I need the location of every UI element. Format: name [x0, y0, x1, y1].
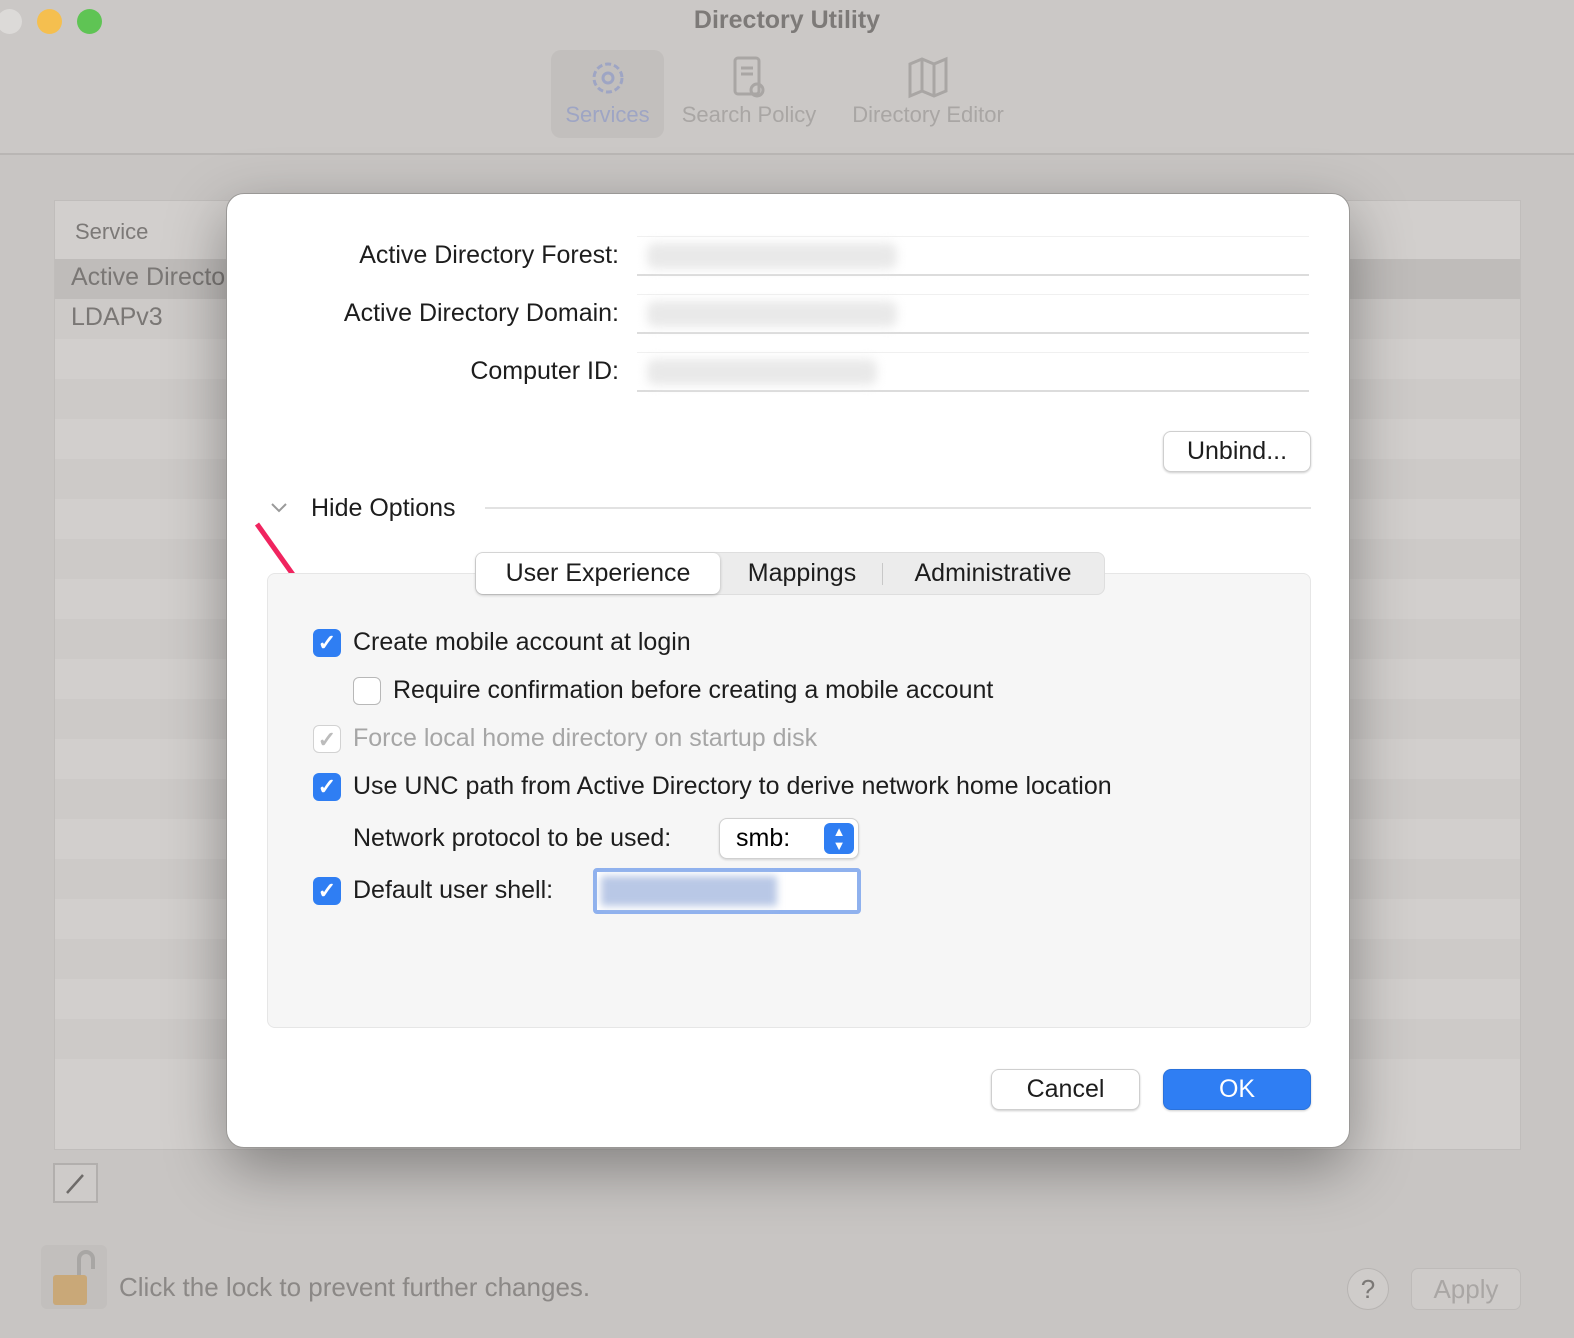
forest-label: Active Directory Forest: — [359, 241, 619, 269]
cancel-button[interactable]: Cancel — [991, 1069, 1140, 1110]
pencil-icon — [66, 1174, 84, 1194]
hide-options-toggle[interactable]: Hide Options — [311, 494, 456, 523]
use-unc-path-label: Use UNC path from Active Directory to de… — [353, 772, 1112, 800]
tab-administrative[interactable]: Administrative — [890, 553, 1096, 594]
require-confirmation-label: Require confirmation before creating a m… — [393, 676, 994, 704]
tab-mappings[interactable]: Mappings — [726, 553, 878, 594]
default-shell-label: Default user shell: — [353, 876, 554, 904]
toolbar-label: Directory Editor — [852, 102, 1004, 127]
updown-chevron-icon: ▲ ▼ — [824, 823, 854, 854]
gear-icon — [592, 62, 623, 94]
active-directory-dialog: Active Directory Forest: Active Director… — [226, 193, 1350, 1148]
computer-id-field[interactable] — [637, 352, 1309, 392]
domain-label: Active Directory Domain: — [343, 299, 619, 327]
toolbar-services[interactable]: Services — [551, 50, 664, 138]
lock-status-text: Click the lock to prevent further change… — [119, 1272, 591, 1302]
chevron-down-icon[interactable] — [269, 500, 289, 516]
toolbar-label: Services — [565, 102, 650, 127]
tab-user-experience[interactable]: User Experience — [476, 553, 720, 594]
toolbar-directory-editor[interactable]: Directory Editor — [840, 50, 1016, 138]
apply-button[interactable]: Apply — [1411, 1268, 1521, 1310]
toolbar-label: Search Policy — [681, 102, 817, 127]
lock-button[interactable] — [41, 1245, 107, 1309]
use-unc-path-checkbox[interactable]: ✓ — [313, 773, 341, 801]
options-tabs: User Experience Mappings Administrative — [475, 552, 1105, 595]
default-shell-checkbox[interactable]: ✓ — [313, 877, 341, 905]
help-button[interactable]: ? — [1347, 1268, 1389, 1310]
ok-button[interactable]: OK — [1163, 1069, 1311, 1110]
document-search-icon — [733, 56, 765, 98]
network-protocol-select[interactable]: smb: ▲ ▼ — [719, 818, 859, 859]
map-icon — [908, 56, 948, 99]
divider — [485, 507, 1311, 509]
unlocked-padlock-icon — [53, 1250, 95, 1305]
create-mobile-account-checkbox[interactable]: ✓ — [313, 629, 341, 657]
toolbar-search-policy[interactable]: Search Policy — [674, 50, 824, 138]
force-local-home-label: Force local home directory on startup di… — [353, 724, 818, 752]
forest-field[interactable] — [637, 236, 1309, 276]
force-local-home-checkbox: ✓ — [313, 725, 341, 753]
title-bar: Directory Utility Services Search Policy… — [0, 0, 1574, 155]
computer-id-label: Computer ID: — [470, 357, 619, 385]
default-shell-input[interactable] — [593, 868, 861, 914]
domain-field[interactable] — [637, 294, 1309, 334]
require-confirmation-checkbox[interactable] — [353, 677, 381, 705]
window-title: Directory Utility — [693, 6, 881, 34]
network-protocol-label: Network protocol to be used: — [353, 824, 672, 852]
create-mobile-account-label: Create mobile account at login — [353, 628, 691, 656]
unbind-button[interactable]: Unbind... — [1163, 431, 1311, 472]
edit-button[interactable] — [53, 1163, 98, 1203]
